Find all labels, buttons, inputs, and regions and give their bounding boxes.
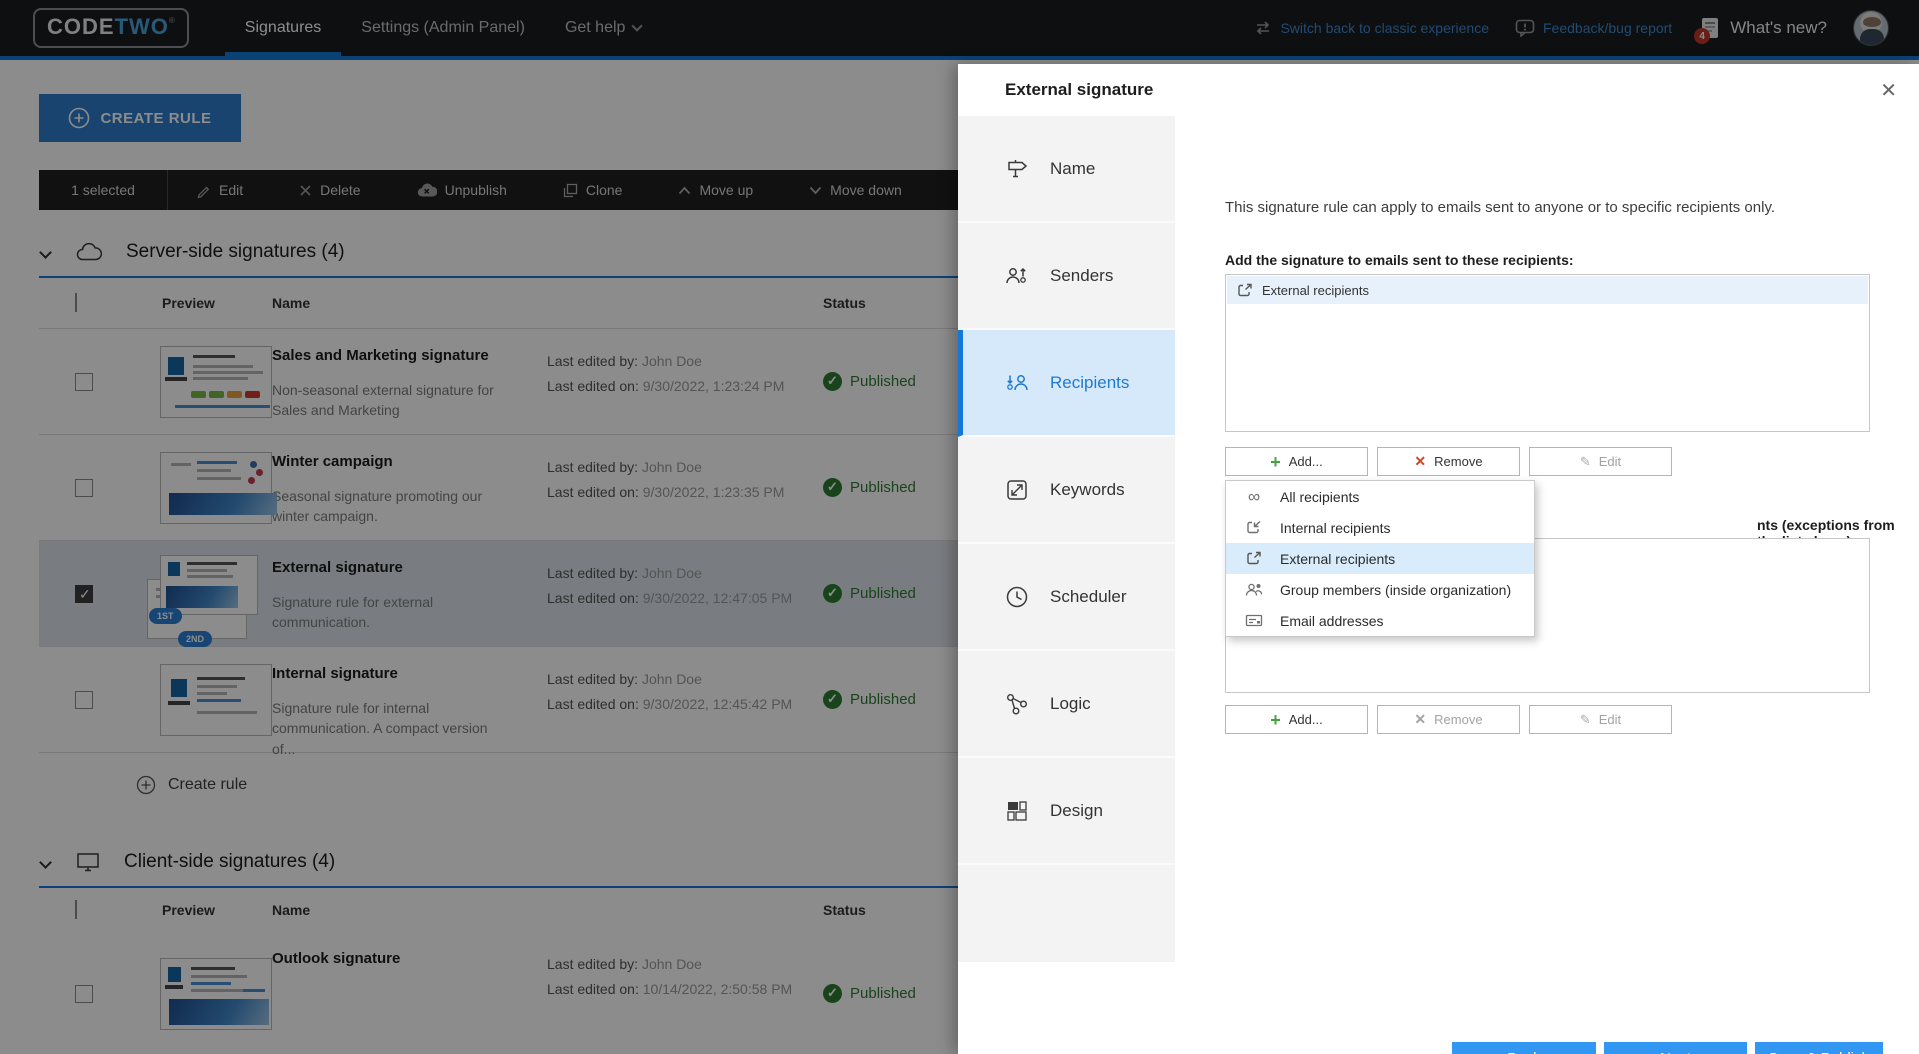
senders-icon [1004,263,1030,289]
sidebar-item-label: Scheduler [1050,586,1127,606]
modal-title: External signature [1005,80,1154,99]
group-members-icon [1242,582,1266,597]
sidebar-item-logic[interactable]: Logic [958,651,1175,758]
sidebar-item-label: Design [1050,800,1103,820]
include-recipients-listbox[interactable]: External recipients [1225,274,1870,432]
remove-button[interactable]: ✕ Remove [1377,447,1520,476]
menu-item-label: Email addresses [1280,612,1384,629]
sidebar-item-label: Keywords [1050,479,1125,499]
menu-item-label: Internal recipients [1280,519,1391,536]
save-publish-button[interactable]: Save & Publish [1755,1042,1883,1054]
sidebar-item-design[interactable]: Design [958,758,1175,865]
keywords-icon [1004,477,1030,503]
edit-button[interactable]: ✎ Edit [1529,705,1672,734]
external-recipients-icon [1242,551,1266,566]
external-signature-modal: External signature ✕ Name Senders Recipi… [958,64,1919,1054]
modal-header: External signature ✕ [958,64,1919,116]
remove-x-icon: ✕ [1414,711,1427,727]
plus-icon: + [1270,709,1281,730]
pencil-icon: ✎ [1579,711,1591,727]
sidebar-item-label: Logic [1050,693,1091,713]
remove-x-icon: ✕ [1414,453,1427,469]
add-label: Add... [1288,712,1323,727]
signpost-icon [1004,156,1030,182]
edit-button[interactable]: ✎ Edit [1529,447,1672,476]
sidebar-item-scheduler[interactable]: Scheduler [958,544,1175,651]
plus-icon: + [1270,451,1281,472]
remove-label: Remove [1434,454,1483,469]
sidebar-filler [958,865,1175,962]
sidebar-item-label: Name [1050,158,1096,178]
infinity-icon: ∞ [1247,487,1261,506]
sidebar-item-label: Recipients [1050,372,1130,392]
add-button[interactable]: + Add... [1225,447,1368,476]
sidebar-item-label: Senders [1050,265,1114,285]
sidebar-item-recipients[interactable]: Recipients [958,330,1175,437]
menu-item-label: External recipients [1280,550,1396,567]
back-button[interactable]: Back [1452,1042,1596,1054]
list-item-label: External recipients [1262,282,1369,298]
logic-flow-icon [1004,691,1030,717]
include-actions: + Add... ✕ Remove ✎ Edit [1225,447,1672,476]
remove-button[interactable]: ✕ Remove [1377,705,1520,734]
modal-footer: Back Next Save & Publish [1452,1042,1883,1054]
edit-label: Edit [1598,454,1622,469]
remove-label: Remove [1434,712,1483,727]
include-recipients-label: Add the signature to emails sent to thes… [1225,252,1574,268]
menu-item-label: All recipients [1280,488,1360,505]
sidebar-item-name[interactable]: Name [958,116,1175,223]
internal-recipients-icon [1242,520,1266,535]
menu-item-label: Group members (inside organization) [1280,581,1512,598]
sidebar-item-senders[interactable]: Senders [958,223,1175,330]
external-recipients-icon [1237,283,1254,298]
exclude-actions: + Add... ✕ Remove ✎ Edit [1225,705,1672,734]
design-grid-icon [1004,798,1030,824]
list-item-selected[interactable]: External recipients [1227,276,1868,304]
menu-item-external-recipients[interactable]: External recipients [1226,543,1534,574]
menu-item-all-recipients[interactable]: ∞ All recipients [1226,481,1534,512]
menu-item-email-addresses[interactable]: Email addresses [1226,605,1534,636]
app-viewport: CODE TWO ® Signatures Settings (Admin Pane… [0,0,1919,1054]
modal-sidebar: Name Senders Recipients Keywords Schedul… [958,116,1175,962]
recipients-icon [1004,370,1030,396]
close-icon[interactable]: ✕ [1880,78,1897,103]
menu-item-group-members[interactable]: Group members (inside organization) [1226,574,1534,605]
scheduler-clock-icon [1004,584,1030,610]
recipients-intro-text: This signature rule can apply to emails … [1225,199,1776,216]
menu-item-internal-recipients[interactable]: Internal recipients [1226,512,1534,543]
sidebar-item-keywords[interactable]: Keywords [958,437,1175,544]
email-addresses-icon [1242,614,1266,627]
add-recipients-dropdown: ∞ All recipients Internal recipients Ext… [1225,480,1535,637]
add-label: Add... [1288,454,1323,469]
modal-content: This signature rule can apply to emails … [1175,116,1919,1054]
edit-label: Edit [1598,712,1622,727]
add-button[interactable]: + Add... [1225,705,1368,734]
next-button[interactable]: Next [1604,1042,1747,1054]
pencil-icon: ✎ [1579,453,1591,469]
